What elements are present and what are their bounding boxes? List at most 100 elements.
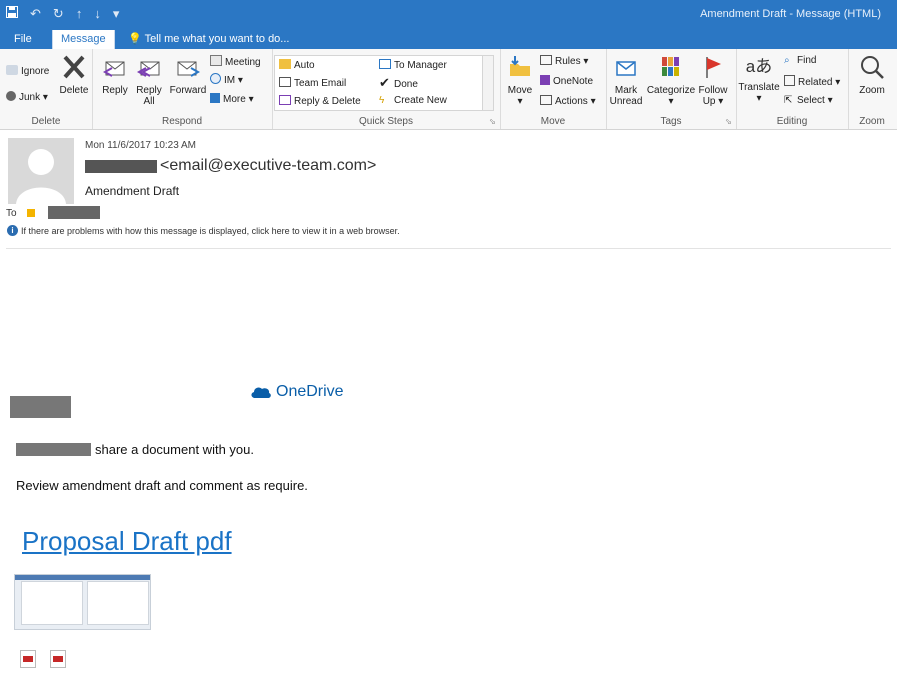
thumbnail-page-left [21,581,83,625]
group-label-editing: Editing [776,116,808,127]
quick-step-create-new[interactable]: ϟ Create New [379,95,447,107]
cloud-icon [251,387,271,398]
share-text: share a document with you. [95,442,254,457]
quick-step-to-manager-label: To Manager [394,60,447,71]
quick-steps-launcher-icon[interactable]: ⬂ [489,117,496,126]
reply-all-label-2: All [143,96,155,107]
reply-button[interactable]: Reply [98,54,132,96]
zoom-button[interactable]: Zoom [854,54,890,96]
delete-x-icon [57,54,91,83]
presence-icon [27,209,35,217]
undo-icon[interactable]: ↶ [30,6,41,22]
tags-launcher-icon[interactable]: ⬂ [725,117,732,126]
recipient-redacted[interactable] [48,206,100,219]
thumbnail-page-right [87,581,149,625]
onedrive-logo: OneDrive [250,383,344,401]
group-label-quick-steps: Quick Steps [359,116,413,127]
quick-steps-scrollbar[interactable] [482,56,493,110]
group-zoom: Zoom Zoom [848,49,896,129]
more-respond-button[interactable]: More ▾ [210,93,254,106]
categorize-icon [646,54,696,83]
cursor-icon: ⇱ [784,95,793,106]
header-divider [6,248,891,249]
pdf-icon[interactable] [20,650,36,668]
tab-file[interactable]: File [6,30,40,49]
redacted-block [10,396,71,418]
reply-icon [98,54,132,83]
find-button[interactable]: ⌕ Find [784,55,816,67]
actions-button[interactable]: Actions ▾ [540,95,596,108]
group-tags: Mark Unread Categorize ▾ Follow Up ▾ Tags… [606,49,737,129]
select-button[interactable]: ⇱ Select ▾ [784,95,833,107]
rules-button[interactable]: Rules ▾ [540,55,588,68]
categorize-button[interactable]: Categorize ▾ [646,54,696,107]
group-label-delete: Delete [31,116,61,127]
proposal-draft-link[interactable]: Proposal Draft pdf [22,526,232,557]
quick-step-auto[interactable]: Auto [279,59,315,72]
thumbnail-toolbar [15,575,150,580]
sender-name-redacted [85,160,157,173]
quick-step-done[interactable]: ✔ Done [379,76,418,91]
forward-button[interactable]: Forward [168,54,208,96]
im-icon [210,73,221,84]
customize-toolbar-icon[interactable]: ▾ [113,6,120,22]
info-bar-text[interactable]: If there are problems with how this mess… [21,226,400,236]
categorize-label: Categorize [646,85,696,96]
onenote-button[interactable]: OneNote [540,75,593,88]
delete-button[interactable]: Delete [57,54,91,96]
related-icon [784,75,795,86]
meeting-icon [210,55,222,66]
avatar [8,138,74,204]
lightbulb-icon: 💡 [128,33,142,45]
forward-arrow-icon [379,59,391,69]
quick-step-reply-delete[interactable]: Reply & Delete [279,95,361,108]
redo-icon[interactable]: ↻ [53,6,64,22]
junk-button[interactable]: Junk ▾ [6,91,48,104]
info-icon: i [7,225,18,236]
related-button[interactable]: Related ▾ [784,75,840,89]
save-icon[interactable] [6,6,18,22]
tell-me-label: Tell me what you want to do... [144,33,290,45]
message-body: OneDrive share a document with you. Revi… [0,250,897,682]
follow-up-button[interactable]: Follow Up ▾ [696,54,730,107]
search-icon: ⌕ [784,55,790,66]
select-label: Select [797,95,825,106]
group-editing: aあ Translate ▾ ⌕ Find Related ▾ ⇱ Select ▾ … [736,49,849,129]
rules-label: Rules [555,56,581,67]
quick-step-done-label: Done [394,79,418,90]
reply-all-button[interactable]: Reply All [132,54,166,107]
ribbon-tabs: File Message 💡 Tell me what you want to … [0,28,897,49]
quick-step-reply-delete-label: Reply & Delete [294,96,361,107]
sender-email[interactable]: <email@executive-team.com> [160,157,376,175]
im-button[interactable]: IM ▾ [210,73,243,87]
quick-step-to-manager[interactable]: To Manager [379,59,447,72]
magnifier-icon [854,54,890,83]
mark-unread-button[interactable]: Mark Unread [608,54,644,107]
meeting-button[interactable]: Meeting [210,55,261,69]
down-arrow-icon[interactable]: ↓ [94,6,101,22]
document-thumbnail[interactable] [14,574,151,630]
group-respond: Reply Reply All Forward Meeting IM ▾ Mor… [92,49,273,129]
message-date: Mon 11/6/2017 10:23 AM [85,140,197,151]
message-header: Mon 11/6/2017 10:23 AM <email@executive-… [0,130,897,250]
up-arrow-icon[interactable]: ↑ [76,6,83,22]
mark-unread-label-1: Mark [614,85,638,96]
group-label-move: Move [540,116,566,127]
onenote-label: OneNote [553,76,594,87]
quick-step-team-email[interactable]: Team Email [279,77,346,90]
pdf-icon[interactable] [50,650,66,668]
translate-button[interactable]: aあ Translate ▾ [738,54,780,104]
im-label: IM [224,75,236,86]
tab-message[interactable]: Message [52,30,115,49]
move-button[interactable]: Move ▾ [504,54,536,107]
quick-step-team-email-label: Team Email [294,78,347,89]
reply-all-label-1: Reply [136,85,162,96]
lightning-icon: ϟ [379,95,385,106]
sharer-name-redacted [16,443,91,456]
ignore-button[interactable]: Ignore [6,65,49,78]
follow-up-label-2: Up [702,96,716,107]
zoom-label: Zoom [859,85,885,96]
tell-me-search[interactable]: 💡 Tell me what you want to do... [120,30,297,49]
group-move: Move ▾ Rules ▾ OneNote Actions ▾ Move [500,49,607,129]
email-icon [279,77,291,87]
